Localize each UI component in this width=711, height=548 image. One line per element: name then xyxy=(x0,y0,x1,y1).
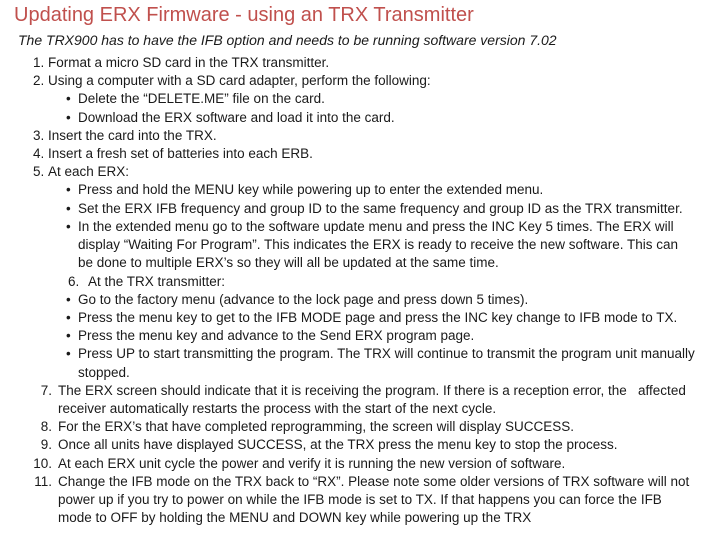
step-4: Insert a fresh set of batteries into eac… xyxy=(48,145,703,163)
step-5-substeps: Press and hold the MENU key while poweri… xyxy=(48,181,695,272)
step-7: The ERX screen should indicate that it i… xyxy=(54,382,703,418)
step-6b: Press the menu key to get to the IFB MOD… xyxy=(66,309,695,327)
step-6c: Press the menu key and advance to the Se… xyxy=(66,327,695,345)
step-9: Once all units have displayed SUCCESS, a… xyxy=(54,436,703,454)
step-6a: Go to the factory menu (advance to the l… xyxy=(66,291,695,309)
document-subtitle: The TRX900 has to have the IFB option an… xyxy=(18,31,703,50)
step-5-text: At each ERX: xyxy=(48,164,129,179)
step-2b: Download the ERX software and load it in… xyxy=(66,109,695,127)
step-5b: Set the ERX IFB frequency and group ID t… xyxy=(66,200,695,218)
step-6: At the TRX transmitter: xyxy=(68,273,695,291)
step-11: Change the IFB mode on the TRX back to “… xyxy=(54,473,703,528)
step-5a: Press and hold the MENU key while poweri… xyxy=(66,181,695,199)
step-6-substeps: Go to the factory menu (advance to the l… xyxy=(48,291,695,382)
step-3: Insert the card into the TRX. xyxy=(48,127,703,145)
step-1: Format a micro SD card in the TRX transm… xyxy=(48,54,703,72)
step-2-text: Using a computer with a SD card adapter,… xyxy=(48,73,431,88)
document-page: Updating ERX Firmware - using an TRX Tra… xyxy=(0,0,711,548)
step-2: Using a computer with a SD card adapter,… xyxy=(48,72,703,127)
step-2-substeps: Delete the “DELETE.ME” file on the card.… xyxy=(48,90,695,126)
instruction-list: Format a micro SD card in the TRX transm… xyxy=(14,54,703,382)
page-title: Updating ERX Firmware - using an TRX Tra… xyxy=(14,2,703,29)
step-6-text: At the TRX transmitter: xyxy=(88,274,225,289)
step-2a: Delete the “DELETE.ME” file on the card. xyxy=(66,90,695,108)
nested-step-6: At the TRX transmitter: xyxy=(48,273,695,291)
step-10: At each ERX unit cycle the power and ver… xyxy=(54,455,703,473)
instruction-list-continued: The ERX screen should indicate that it i… xyxy=(14,382,703,528)
step-5: At each ERX: Press and hold the MENU key… xyxy=(48,163,703,382)
step-8: For the ERX’s that have completed reprog… xyxy=(54,418,703,436)
step-6d: Press UP to start transmitting the progr… xyxy=(66,345,695,381)
step-5c: In the extended menu go to the software … xyxy=(66,218,695,273)
